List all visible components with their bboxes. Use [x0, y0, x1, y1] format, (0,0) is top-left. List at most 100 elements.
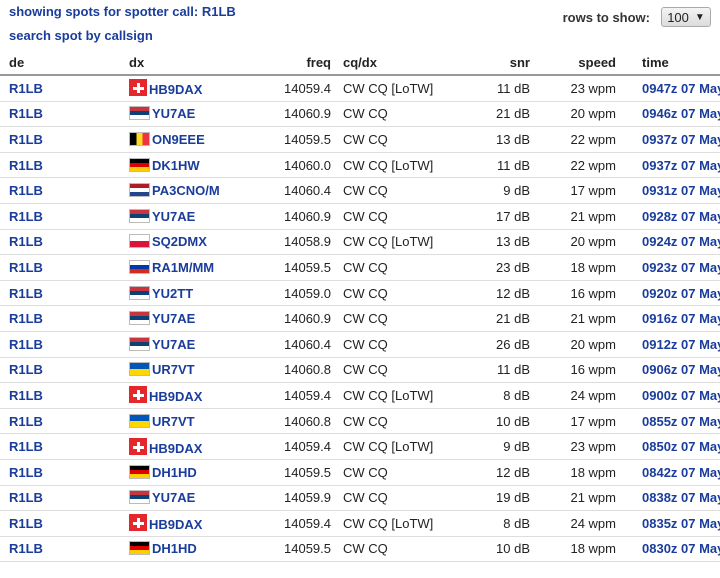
spot-time-link[interactable]: 0920z 07 May [642, 286, 720, 301]
spot-time-link[interactable]: 0937z 07 May [642, 132, 720, 147]
chevron-down-icon: ▼ [694, 11, 705, 23]
serbia-flag-icon [129, 106, 150, 121]
spotter-callsign-link[interactable]: R1LB [9, 209, 43, 224]
dx-callsign-link[interactable]: UR7VT [152, 414, 195, 429]
column-header-cq-dx[interactable]: cq/dx [331, 50, 448, 76]
dx-callsign-link[interactable]: DH1HD [152, 541, 197, 556]
mode-cq: CW CQ [331, 485, 448, 512]
snr-value: 10 dB [448, 408, 530, 435]
spotter-callsign-link[interactable]: R1LB [9, 516, 43, 531]
spotter-callsign-link[interactable]: R1LB [9, 541, 43, 556]
spot-time-link[interactable]: 0900z 07 May [642, 388, 720, 403]
spotter-callsign-link[interactable]: R1LB [9, 183, 43, 198]
column-header-freq[interactable]: freq [229, 50, 331, 76]
dx-callsign-link[interactable]: HB9DAX [149, 517, 202, 532]
spotter-callsign-link[interactable]: R1LB [9, 362, 43, 377]
spotter-callsign-link[interactable]: R1LB [9, 286, 43, 301]
dx-callsign-link[interactable]: YU7AE [152, 311, 195, 326]
dx-callsign-link[interactable]: UR7VT [152, 362, 195, 377]
spots-table: de dx freq cq/dx snr speed time R1LB HB9D… [0, 50, 720, 563]
spot-time-link[interactable]: 0947z 07 May [642, 81, 720, 96]
dx-callsign-link[interactable]: SQ2DMX [152, 234, 207, 249]
dx-callsign-link[interactable]: ON9EEE [152, 132, 205, 147]
mode-cq: CW CQ [331, 408, 448, 435]
column-header-speed[interactable]: speed [530, 50, 616, 76]
column-header-snr[interactable]: snr [448, 50, 530, 76]
mode-cq: CW CQ [331, 459, 448, 486]
spotter-call-link[interactable]: showing spots for spotter call: R1LB [9, 4, 236, 19]
mode-cq: CW CQ [331, 254, 448, 281]
spot-time-link[interactable]: 0928z 07 May [642, 209, 720, 224]
spot-time-link[interactable]: 0838z 07 May [642, 490, 720, 505]
spot-time-link[interactable]: 0924z 07 May [642, 234, 720, 249]
spot-time-link[interactable]: 0830z 07 May [642, 541, 720, 556]
table-row: R1LB RA1M/MM 14059.5 CW CQ 23 dB 18 wpm 0923z … [0, 254, 720, 281]
spotter-callsign-link[interactable]: R1LB [9, 158, 43, 173]
spotter-callsign-link[interactable]: R1LB [9, 465, 43, 480]
spot-time-link[interactable]: 0906z 07 May [642, 362, 720, 377]
speed-value: 17 wpm [530, 177, 616, 204]
mode-cq: CW CQ [331, 357, 448, 384]
spotter-callsign-link[interactable]: R1LB [9, 337, 43, 352]
spotter-callsign-link[interactable]: R1LB [9, 81, 43, 96]
spotter-callsign-link[interactable]: R1LB [9, 439, 43, 454]
dx-callsign-link[interactable]: DK1HW [152, 158, 200, 173]
snr-value: 10 dB [448, 536, 530, 563]
spotter-callsign-link[interactable]: R1LB [9, 490, 43, 505]
spot-time-link[interactable]: 0912z 07 May [642, 337, 720, 352]
snr-value: 8 dB [448, 510, 530, 537]
frequency: 14059.4 [229, 75, 331, 102]
table-row: R1LB YU7AE 14060.4 CW CQ 26 dB 20 wpm 0912z 07… [0, 331, 720, 358]
spot-time-link[interactable]: 0923z 07 May [642, 260, 720, 275]
spotter-callsign-link[interactable]: R1LB [9, 132, 43, 147]
snr-value: 9 dB [448, 177, 530, 204]
rows-to-show-select[interactable]: 100 ▼ [661, 7, 711, 27]
frequency: 14059.5 [229, 536, 331, 563]
dx-callsign-link[interactable]: PA3CNO/M [152, 183, 220, 198]
search-spot-link[interactable]: search spot by callsign [9, 28, 153, 43]
dx-callsign-link[interactable]: YU7AE [152, 209, 195, 224]
spotter-callsign-link[interactable]: R1LB [9, 311, 43, 326]
table-row: R1LB HB9DAX 14059.4 CW CQ [LoTW] 8 dB 24 wpm 0… [0, 382, 720, 409]
frequency: 14060.4 [229, 331, 331, 358]
spot-time-link[interactable]: 0850z 07 May [642, 439, 720, 454]
spot-time-link[interactable]: 0855z 07 May [642, 414, 720, 429]
dx-callsign-link[interactable]: HB9DAX [149, 389, 202, 404]
column-header-dx[interactable]: dx [129, 50, 229, 76]
spotter-callsign-link[interactable]: R1LB [9, 260, 43, 275]
dx-callsign-link[interactable]: RA1M/MM [152, 260, 214, 275]
spot-time-link[interactable]: 0842z 07 May [642, 465, 720, 480]
mode-cq: CW CQ [331, 280, 448, 307]
spot-time-link[interactable]: 0946z 07 May [642, 106, 720, 121]
spotter-callsign-link[interactable]: R1LB [9, 414, 43, 429]
snr-value: 26 dB [448, 331, 530, 358]
spot-time-link[interactable]: 0835z 07 May [642, 516, 720, 531]
spotter-callsign-link[interactable]: R1LB [9, 106, 43, 121]
snr-value: 11 dB [448, 357, 530, 384]
table-row: R1LB YU7AE 14060.9 CW CQ 21 dB 21 wpm 0916z 07… [0, 305, 720, 332]
spotter-callsign-link[interactable]: R1LB [9, 234, 43, 249]
speed-value: 18 wpm [530, 459, 616, 486]
table-row: R1LB PA3CNO/M 14060.4 CW CQ 9 dB 17 wpm 0931z … [0, 177, 720, 204]
frequency: 14060.0 [229, 152, 331, 179]
speed-value: 16 wpm [530, 280, 616, 307]
dx-callsign-link[interactable]: YU7AE [152, 337, 195, 352]
speed-value: 18 wpm [530, 536, 616, 563]
frequency: 14059.9 [229, 485, 331, 512]
dx-callsign-link[interactable]: YU7AE [152, 490, 195, 505]
spot-time-link[interactable]: 0937z 07 May [642, 158, 720, 173]
table-row: R1LB HB9DAX 14059.4 CW CQ [LoTW] 11 dB 23 wpm… [0, 75, 720, 102]
spotter-callsign-link[interactable]: R1LB [9, 388, 43, 403]
spot-time-link[interactable]: 0916z 07 May [642, 311, 720, 326]
dx-callsign-link[interactable]: DH1HD [152, 465, 197, 480]
dx-callsign-link[interactable]: YU2TT [152, 286, 193, 301]
rows-to-show-label: rows to show: [562, 10, 650, 25]
column-header-de[interactable]: de [0, 50, 129, 76]
dx-callsign-link[interactable]: HB9DAX [149, 82, 202, 97]
frequency: 14060.9 [229, 203, 331, 230]
column-header-time[interactable]: time [616, 50, 720, 76]
dx-callsign-link[interactable]: YU7AE [152, 106, 195, 121]
spot-time-link[interactable]: 0931z 07 May [642, 183, 720, 198]
dx-callsign-link[interactable]: HB9DAX [149, 441, 202, 456]
snr-value: 21 dB [448, 305, 530, 332]
